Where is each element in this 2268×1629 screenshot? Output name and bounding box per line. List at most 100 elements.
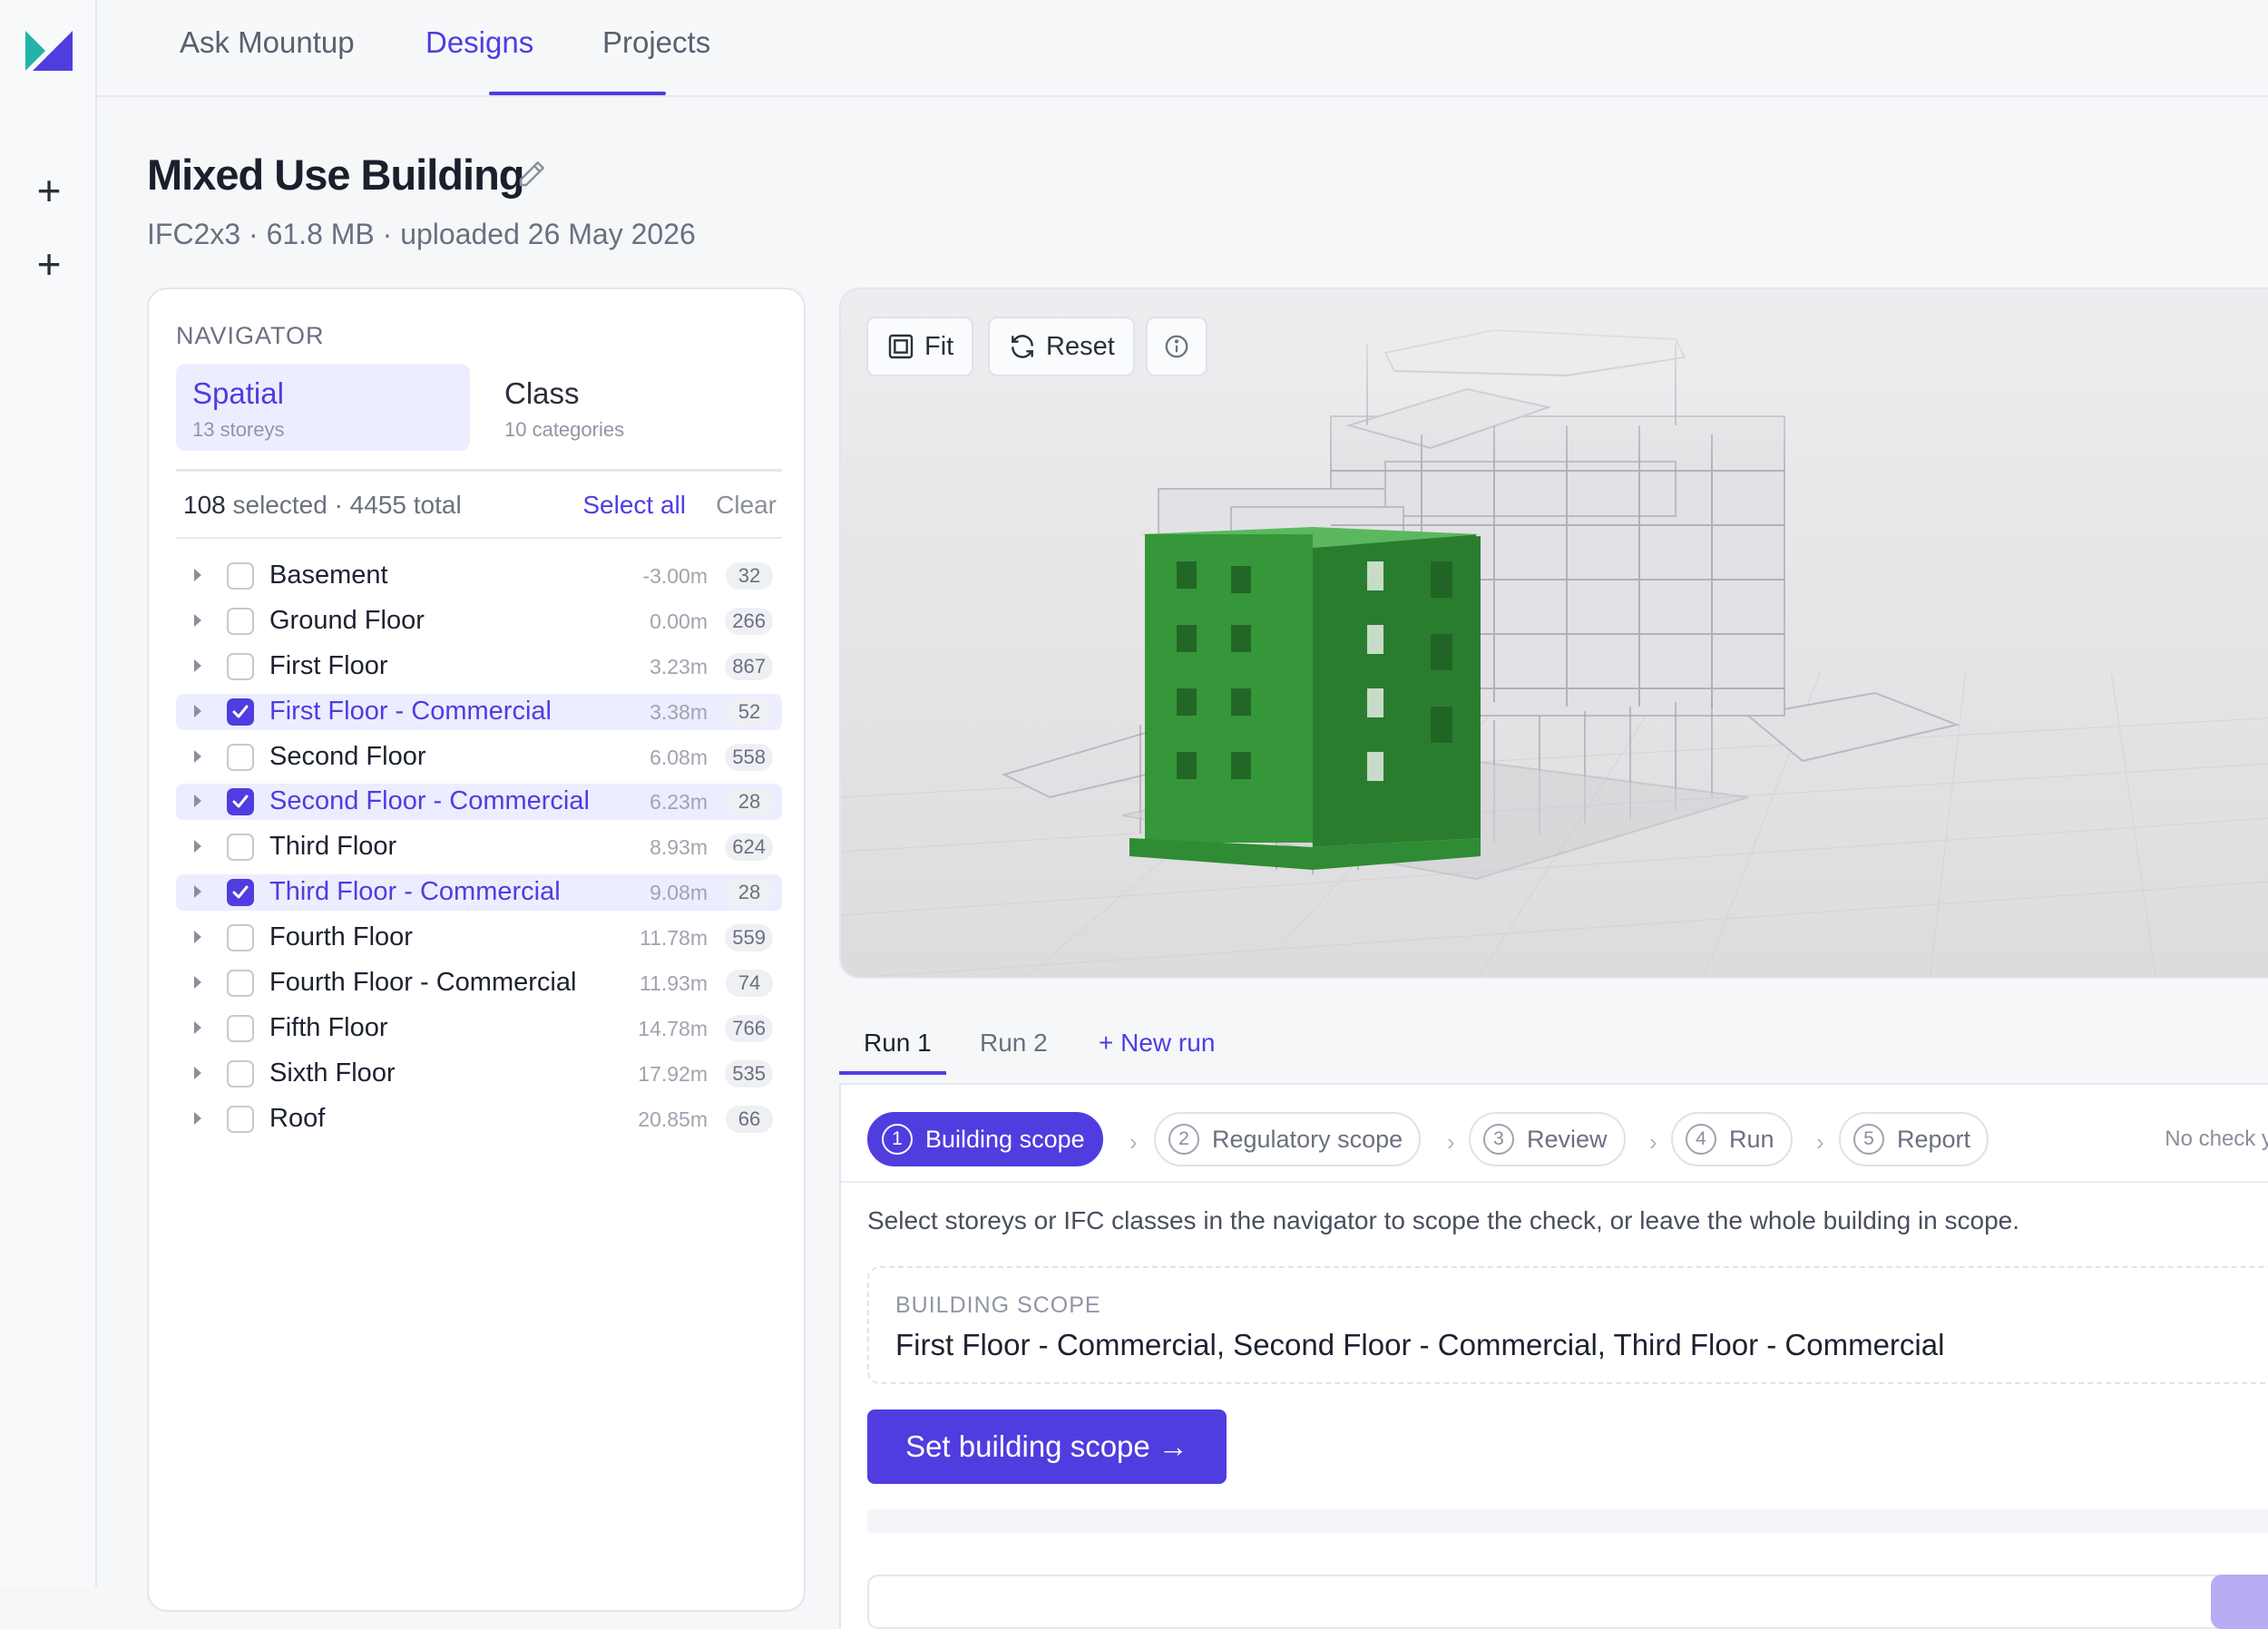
scope-label: BUILDING SCOPE bbox=[895, 1292, 1101, 1318]
storey-row[interactable]: Roof 20.85m 66 bbox=[176, 1101, 782, 1137]
storey-elevation: 0.00m bbox=[650, 609, 708, 633]
app-sidebar: + + bbox=[0, 0, 97, 1587]
segment-spatial[interactable]: Spatial 13 storeys bbox=[176, 364, 470, 451]
scope-value: First Floor - Commercial, Second Floor -… bbox=[895, 1328, 1945, 1361]
storey-elevation: 11.78m bbox=[639, 926, 708, 951]
storey-elevation: 3.38m bbox=[650, 699, 708, 724]
checkbox[interactable] bbox=[227, 697, 254, 726]
tab-run-1[interactable]: Run 1 bbox=[864, 1029, 932, 1058]
storey-row[interactable]: Second Floor 6.08m 558 bbox=[176, 739, 782, 775]
storey-name: Third Floor bbox=[269, 832, 397, 862]
step-run[interactable]: 4 Run bbox=[1671, 1112, 1793, 1166]
step-regulatory-scope[interactable]: 2 Regulatory scope bbox=[1154, 1112, 1422, 1166]
storey-row[interactable]: Sixth Floor 17.92m 535 bbox=[176, 1056, 782, 1092]
checkbox[interactable] bbox=[227, 1014, 254, 1042]
add-icon[interactable]: + bbox=[27, 242, 71, 286]
element-count-badge: 66 bbox=[726, 1105, 773, 1133]
caret-right-icon[interactable] bbox=[194, 1020, 201, 1034]
segment-class[interactable]: Class 10 categories bbox=[488, 364, 782, 451]
fit-button[interactable]: Fit bbox=[866, 317, 974, 376]
checkbox[interactable] bbox=[227, 652, 254, 680]
element-count-badge: 28 bbox=[726, 879, 773, 907]
caret-right-icon[interactable] bbox=[194, 569, 201, 581]
storey-elevation: 17.92m bbox=[638, 1061, 708, 1086]
caret-right-icon[interactable] bbox=[194, 976, 201, 990]
caret-right-icon[interactable] bbox=[194, 1111, 201, 1125]
segment-subtitle: 10 categories bbox=[504, 418, 625, 441]
fit-label: Fit bbox=[924, 331, 954, 361]
caret-right-icon[interactable] bbox=[194, 658, 201, 672]
element-count-badge: 32 bbox=[726, 562, 773, 590]
storey-elevation: 6.08m bbox=[650, 745, 708, 769]
tab-run-2[interactable]: Run 2 bbox=[980, 1029, 1048, 1058]
storey-row[interactable]: Third Floor - Commercial 9.08m 28 bbox=[176, 874, 782, 912]
checkbox[interactable] bbox=[227, 607, 254, 635]
top-nav: Ask Mountup Designs Projects bbox=[97, 0, 2268, 97]
storey-row[interactable]: First Floor 3.23m 867 bbox=[176, 649, 782, 685]
set-building-scope-button[interactable]: Set building scope → bbox=[867, 1410, 1227, 1484]
check-status: No check yet bbox=[2165, 1127, 2268, 1151]
fit-icon bbox=[888, 334, 914, 359]
tab-projects[interactable]: Projects bbox=[602, 25, 710, 60]
chevron-right-icon: › bbox=[1816, 1128, 1824, 1156]
pencil-icon[interactable] bbox=[515, 158, 548, 190]
info-icon bbox=[1165, 335, 1188, 358]
caret-right-icon[interactable] bbox=[194, 840, 201, 854]
clear-link[interactable]: Clear bbox=[716, 491, 777, 520]
caret-right-icon[interactable] bbox=[194, 613, 201, 627]
element-count-badge: 28 bbox=[726, 788, 773, 816]
caret-right-icon[interactable] bbox=[194, 795, 201, 808]
storey-name: Sixth Floor bbox=[269, 1058, 396, 1088]
checkbox[interactable] bbox=[227, 743, 254, 771]
check-icon bbox=[232, 885, 249, 899]
model-viewer[interactable]: Fit Reset bbox=[839, 288, 2268, 979]
mountup-logo[interactable] bbox=[25, 31, 73, 71]
step-building-scope[interactable]: 1 Building scope bbox=[867, 1112, 1103, 1166]
bottom-input[interactable] bbox=[867, 1575, 2228, 1629]
checkbox[interactable] bbox=[227, 834, 254, 862]
checkbox[interactable] bbox=[227, 1105, 254, 1133]
checkbox[interactable] bbox=[227, 924, 254, 952]
info-button[interactable] bbox=[1146, 317, 1207, 376]
tab-designs[interactable]: Designs bbox=[425, 25, 533, 60]
selected-count: 108 bbox=[183, 491, 226, 519]
select-all-link[interactable]: Select all bbox=[582, 491, 686, 520]
storey-row[interactable]: Second Floor - Commercial 6.23m 28 bbox=[176, 784, 782, 821]
step-report[interactable]: 5 Report bbox=[1839, 1112, 1989, 1166]
check-icon bbox=[232, 705, 249, 718]
reset-label: Reset bbox=[1046, 331, 1115, 361]
caret-right-icon[interactable] bbox=[194, 931, 201, 944]
step-review[interactable]: 3 Review bbox=[1469, 1112, 1626, 1166]
checkbox[interactable] bbox=[227, 562, 254, 590]
storey-name: Second Floor bbox=[269, 741, 426, 771]
caret-right-icon[interactable] bbox=[194, 1066, 201, 1079]
storey-row[interactable]: Fourth Floor 11.78m 559 bbox=[176, 920, 782, 956]
checkbox[interactable] bbox=[227, 788, 254, 816]
checkbox[interactable] bbox=[227, 1059, 254, 1088]
caret-right-icon[interactable] bbox=[194, 704, 201, 717]
element-count-badge: 52 bbox=[726, 697, 773, 726]
new-run-button[interactable]: + New run bbox=[1099, 1029, 1215, 1058]
element-count-badge: 867 bbox=[725, 652, 773, 680]
storey-row[interactable]: Ground Floor 0.00m 266 bbox=[176, 603, 782, 639]
storey-row[interactable]: Fifth Floor 14.78m 766 bbox=[176, 1010, 782, 1047]
page-title: Mixed Use Building bbox=[147, 151, 524, 199]
check-wizard: 1 Building scope › 2 Regulatory scope › … bbox=[839, 1085, 2268, 1629]
bottom-button[interactable] bbox=[2211, 1575, 2268, 1629]
building-scope-box: BUILDING SCOPE First Floor - Commercial,… bbox=[867, 1266, 2268, 1384]
tab-ask-mountup[interactable]: Ask Mountup bbox=[180, 25, 355, 60]
segment-title: Class bbox=[504, 376, 580, 410]
storey-name: First Floor bbox=[269, 650, 388, 680]
caret-right-icon[interactable] bbox=[194, 749, 201, 763]
storey-row[interactable]: Fourth Floor - Commercial 11.93m 74 bbox=[176, 965, 782, 1001]
checkbox[interactable] bbox=[227, 970, 254, 998]
storey-name: Roof bbox=[269, 1103, 326, 1133]
storey-row[interactable]: Basement -3.00m 32 bbox=[176, 558, 782, 594]
storey-name: Fifth Floor bbox=[269, 1012, 388, 1042]
checkbox[interactable] bbox=[227, 879, 254, 907]
add-icon[interactable]: + bbox=[27, 169, 71, 212]
reset-button[interactable]: Reset bbox=[988, 317, 1135, 376]
storey-row[interactable]: Third Floor 8.93m 624 bbox=[176, 829, 782, 865]
storey-row[interactable]: First Floor - Commercial 3.38m 52 bbox=[176, 693, 782, 730]
caret-right-icon[interactable] bbox=[194, 885, 201, 899]
